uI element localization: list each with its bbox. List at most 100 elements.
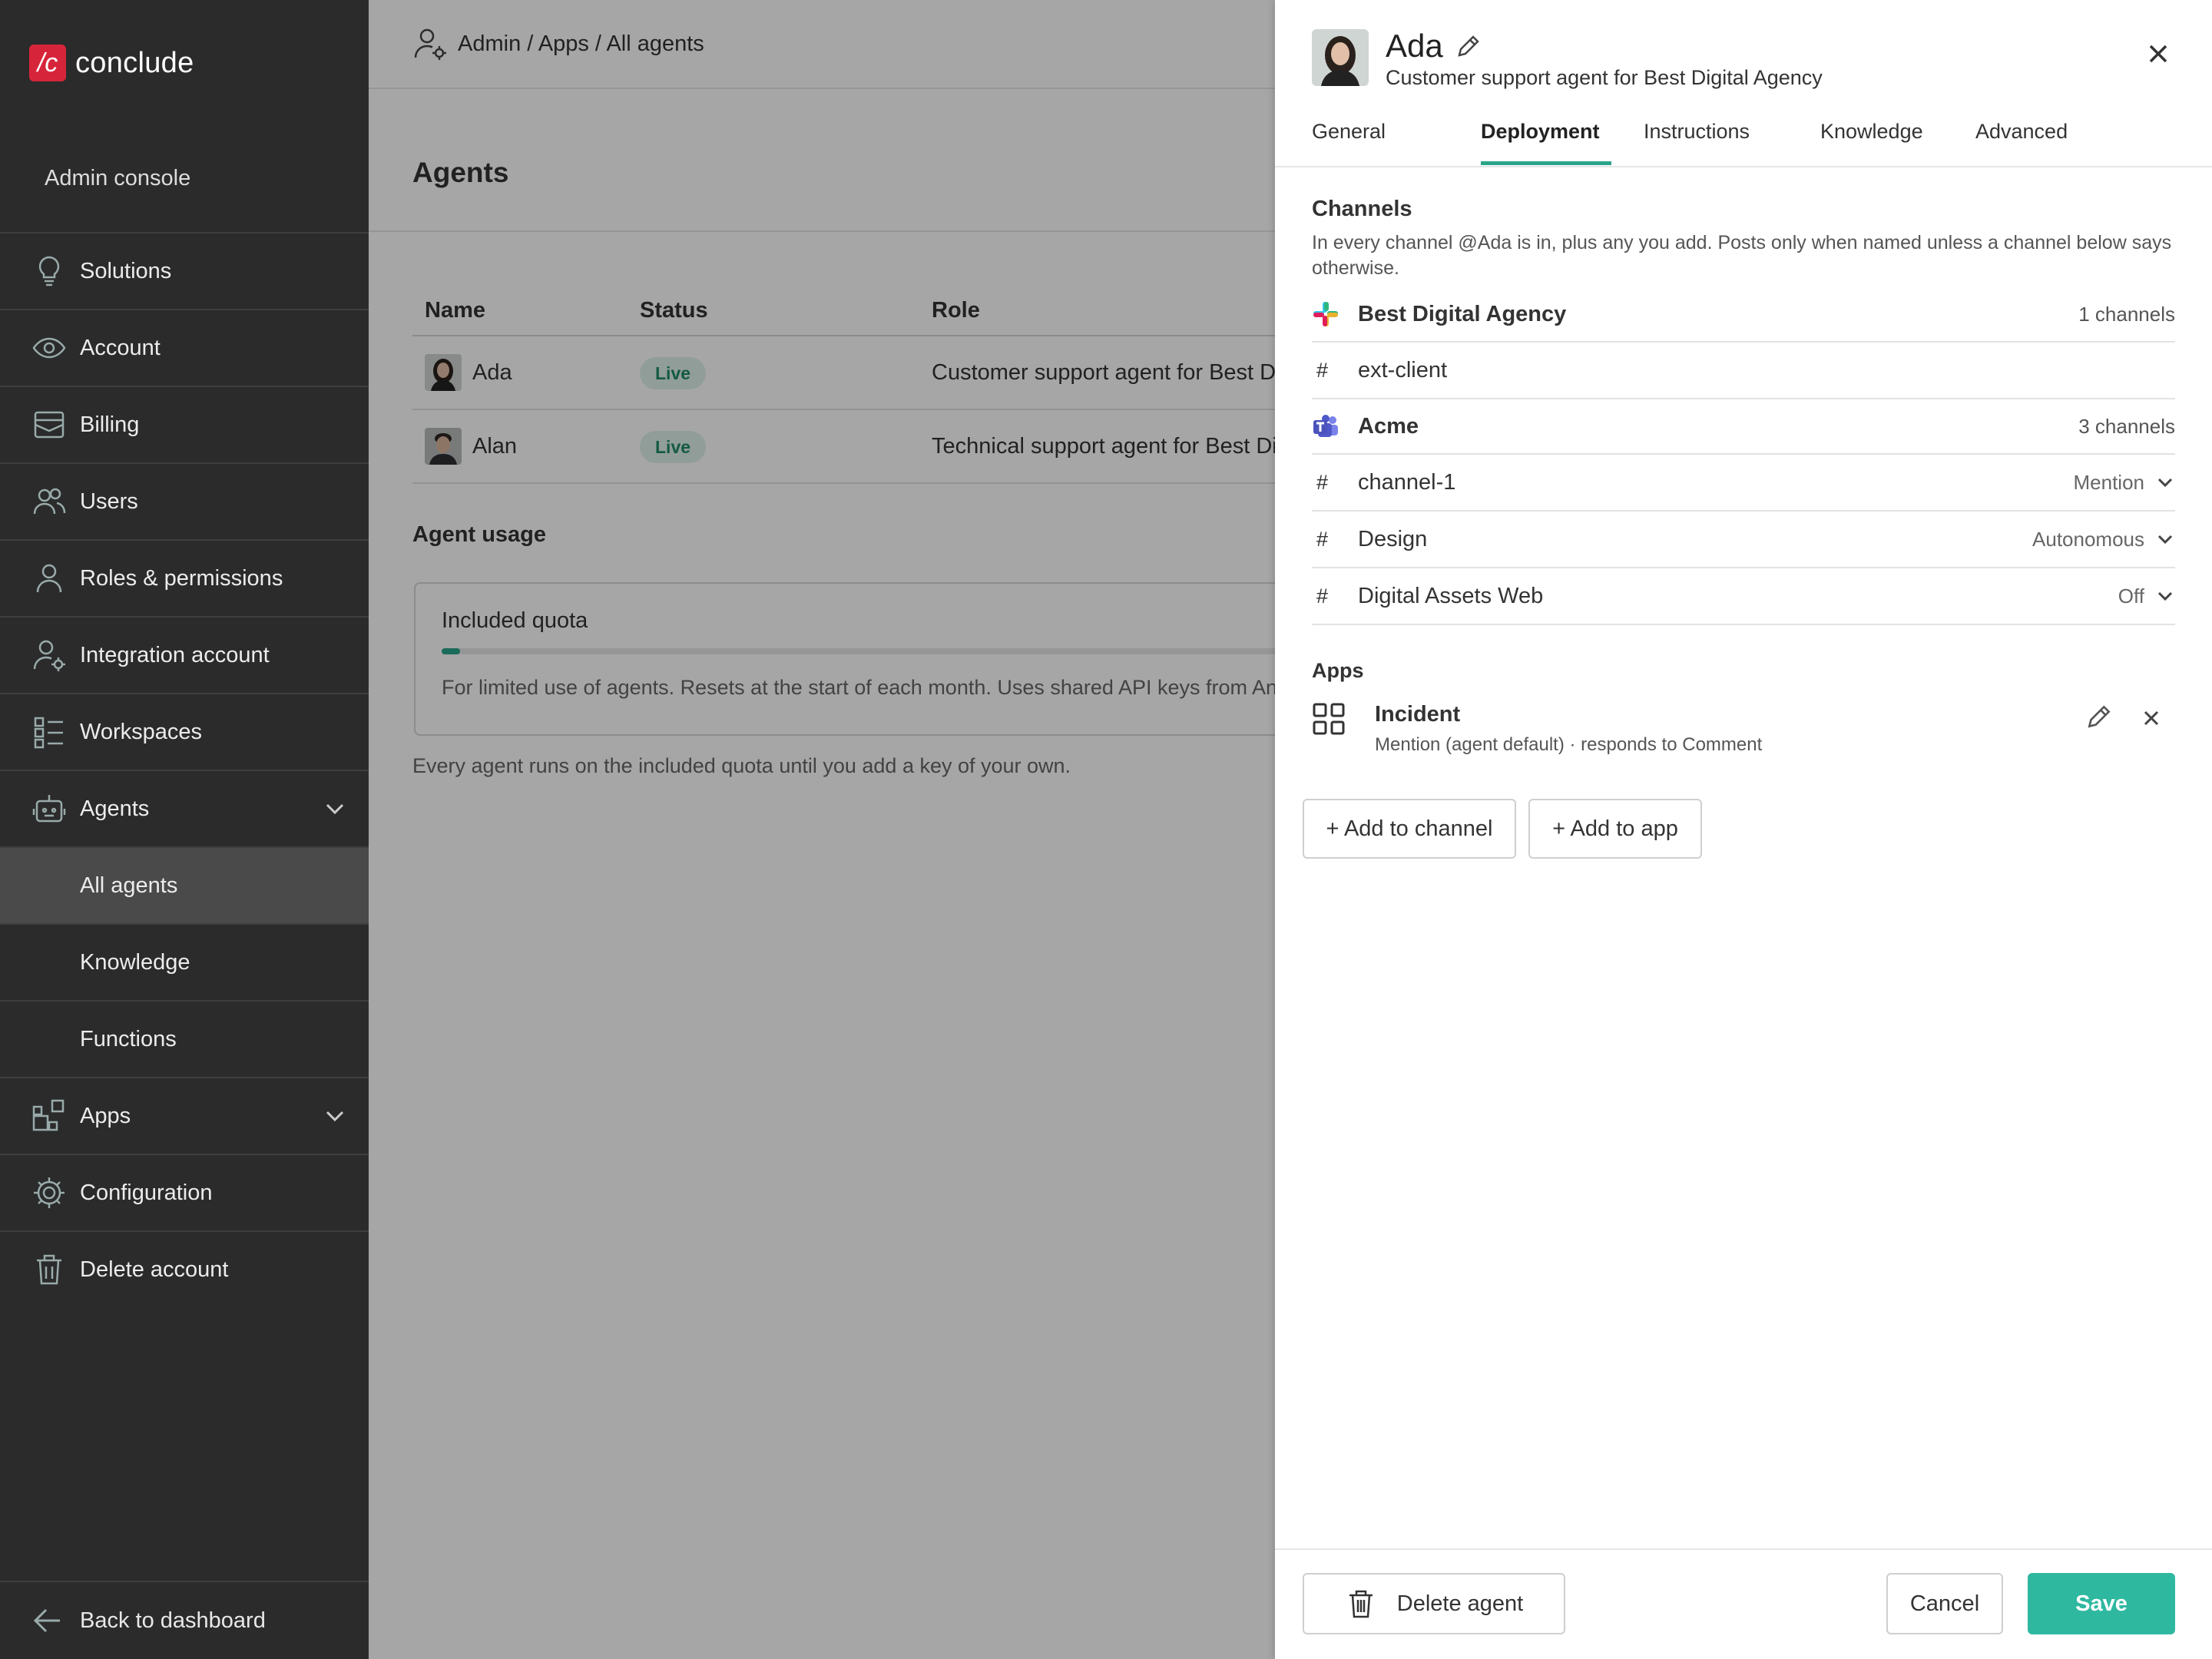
delete-agent-label: Delete agent [1396, 1591, 1524, 1616]
sidebar-item-functions[interactable]: Functions [0, 1000, 369, 1077]
tab-general[interactable]: General [1312, 120, 1386, 144]
add-to-channel-button[interactable]: + Add to channel [1303, 799, 1516, 859]
modal-overlay[interactable] [369, 0, 1275, 1659]
trash-icon [1349, 1590, 1373, 1618]
drawer-tabs: General Deployment Instructions Knowledg… [1312, 114, 2212, 166]
logo[interactable]: /c conclude [29, 43, 194, 83]
back-to-dashboard-link[interactable]: Back to dashboard [0, 1581, 369, 1659]
channel-name: channel-1 [1358, 469, 1456, 495]
grid-icon [1313, 703, 1345, 735]
channel-row[interactable]: # ext-client [1312, 343, 2175, 399]
pencil-icon[interactable] [2085, 702, 2114, 731]
cancel-button[interactable]: Cancel [1886, 1573, 2003, 1634]
channel-count: 1 channels [2078, 302, 2175, 326]
sidebar-item-label: Billing [80, 412, 140, 437]
sidebar-item-roles[interactable]: Roles & permissions [0, 539, 369, 616]
apps-title: Apps [1312, 659, 1364, 682]
close-icon[interactable] [2143, 38, 2174, 69]
sidebar-item-label: Agents [80, 796, 150, 821]
arrow-left-icon [33, 1608, 60, 1633]
console-title: Admin console [45, 166, 191, 190]
channel-name: Design [1358, 526, 1428, 551]
workspace-row: Acme 3 channels [1312, 399, 2175, 455]
logo-mark: /c [29, 45, 66, 81]
channel-count: 3 channels [2078, 414, 2175, 438]
person-icon [36, 564, 62, 593]
divider [1275, 166, 2212, 167]
sidebar-item-label: All agents [80, 873, 178, 898]
chevron-down-icon[interactable] [2155, 586, 2175, 606]
channel-list: Best Digital Agency 1 channels # ext-cli… [1312, 287, 2175, 625]
agent-name-heading: Ada [1386, 28, 1443, 64]
apps-icon [32, 1099, 65, 1131]
hash-icon: # [1316, 470, 1329, 494]
tab-deployment[interactable]: Deployment [1481, 120, 1600, 144]
back-to-dashboard-label: Back to dashboard [80, 1608, 266, 1633]
channel-row[interactable]: # Digital Assets Web Off [1312, 568, 2175, 625]
users-icon [33, 488, 66, 515]
hash-icon: # [1316, 584, 1329, 608]
workspaces-icon [34, 717, 63, 749]
app-description: Mention (agent default) · responds to Co… [1375, 734, 1763, 755]
sidebar-item-label: Configuration [80, 1180, 213, 1205]
channel-mode-select[interactable]: Autonomous [2032, 528, 2144, 551]
trash-icon [37, 1254, 61, 1285]
hash-icon: # [1316, 358, 1329, 382]
channel-name: Digital Assets Web [1358, 583, 1544, 608]
sidebar-item-label: Knowledge [80, 949, 190, 975]
sidebar-item-workspaces[interactable]: Workspaces [0, 693, 369, 770]
sidebar-item-delete-account[interactable]: Delete account [0, 1230, 369, 1307]
eye-icon [32, 337, 66, 359]
channel-row[interactable]: # channel-1 Mention [1312, 455, 2175, 512]
agent-drawer: Ada Customer support agent for Best Digi… [1275, 0, 2212, 1659]
workspace-row: Best Digital Agency 1 channels [1312, 287, 2175, 343]
teams-icon [1313, 415, 1338, 437]
sidebar-item-label: Workspaces [80, 719, 203, 744]
active-tab-indicator [1481, 161, 1611, 165]
sidebar-item-all-agents[interactable]: All agents [0, 846, 369, 923]
channel-mode-select[interactable]: Mention [2074, 471, 2145, 495]
channel-name: ext-client [1358, 357, 1448, 382]
avatar [1312, 29, 1369, 86]
sidebar-item-solutions[interactable]: Solutions [0, 232, 369, 309]
chevron-down-icon[interactable] [2155, 472, 2175, 492]
slack-icon [1313, 302, 1338, 326]
gear-icon [34, 1177, 65, 1208]
sidebar-item-knowledge[interactable]: Knowledge [0, 923, 369, 1000]
sidebar-item-agents[interactable]: Agents [0, 770, 369, 846]
sidebar-item-integration-account[interactable]: Integration account [0, 616, 369, 693]
app-name: Incident [1375, 702, 1461, 727]
hash-icon: # [1316, 527, 1329, 551]
close-icon[interactable] [2141, 708, 2161, 728]
save-button[interactable]: Save [2028, 1573, 2175, 1634]
chevron-down-icon[interactable] [323, 796, 347, 821]
delete-agent-button[interactable]: Delete agent [1303, 1573, 1565, 1634]
sidebar-item-users[interactable]: Users [0, 462, 369, 539]
logo-text: conclude [75, 46, 194, 79]
sidebar-nav: Solutions Account Billing Users Roles & … [0, 232, 369, 1307]
sidebar-item-label: Functions [80, 1026, 177, 1051]
tab-instructions[interactable]: Instructions [1644, 120, 1750, 144]
billing-icon [34, 411, 65, 439]
chevron-down-icon[interactable] [323, 1104, 347, 1128]
sidebar-item-configuration[interactable]: Configuration [0, 1154, 369, 1230]
sidebar-item-label: Users [80, 488, 138, 514]
channel-mode-select[interactable]: Off [2118, 584, 2144, 608]
sidebar-item-label: Roles & permissions [80, 565, 283, 591]
sidebar-item-label: Apps [80, 1103, 131, 1128]
sidebar-item-account[interactable]: Account [0, 309, 369, 386]
add-to-app-button[interactable]: + Add to app [1528, 799, 1702, 859]
tab-knowledge[interactable]: Knowledge [1820, 120, 1923, 144]
robot-icon [32, 795, 66, 823]
chevron-down-icon[interactable] [2155, 529, 2175, 549]
sidebar-item-billing[interactable]: Billing [0, 386, 369, 462]
sidebar: /c conclude Admin console Solutions Acco… [0, 0, 369, 1659]
sidebar-item-label: Integration account [80, 642, 270, 667]
divider [1275, 1548, 2212, 1550]
pencil-icon[interactable] [1455, 32, 1482, 60]
person-gear-icon [33, 640, 65, 671]
sidebar-item-apps[interactable]: Apps [0, 1077, 369, 1154]
channels-description: In every channel @Ada is in, plus any yo… [1312, 232, 2172, 279]
tab-advanced[interactable]: Advanced [1975, 120, 2068, 144]
channel-row[interactable]: # Design Autonomous [1312, 512, 2175, 568]
